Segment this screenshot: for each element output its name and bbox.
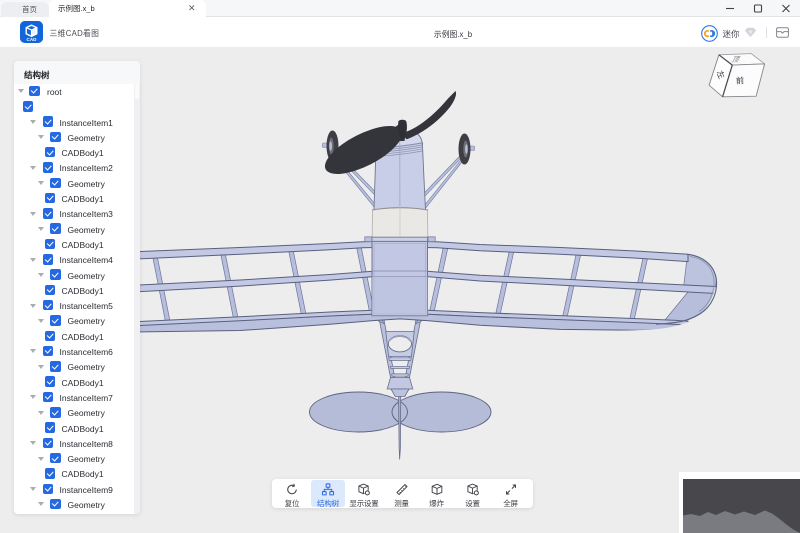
svg-text:CAD: CAD	[27, 37, 38, 42]
svg-text:前: 前	[736, 75, 745, 85]
